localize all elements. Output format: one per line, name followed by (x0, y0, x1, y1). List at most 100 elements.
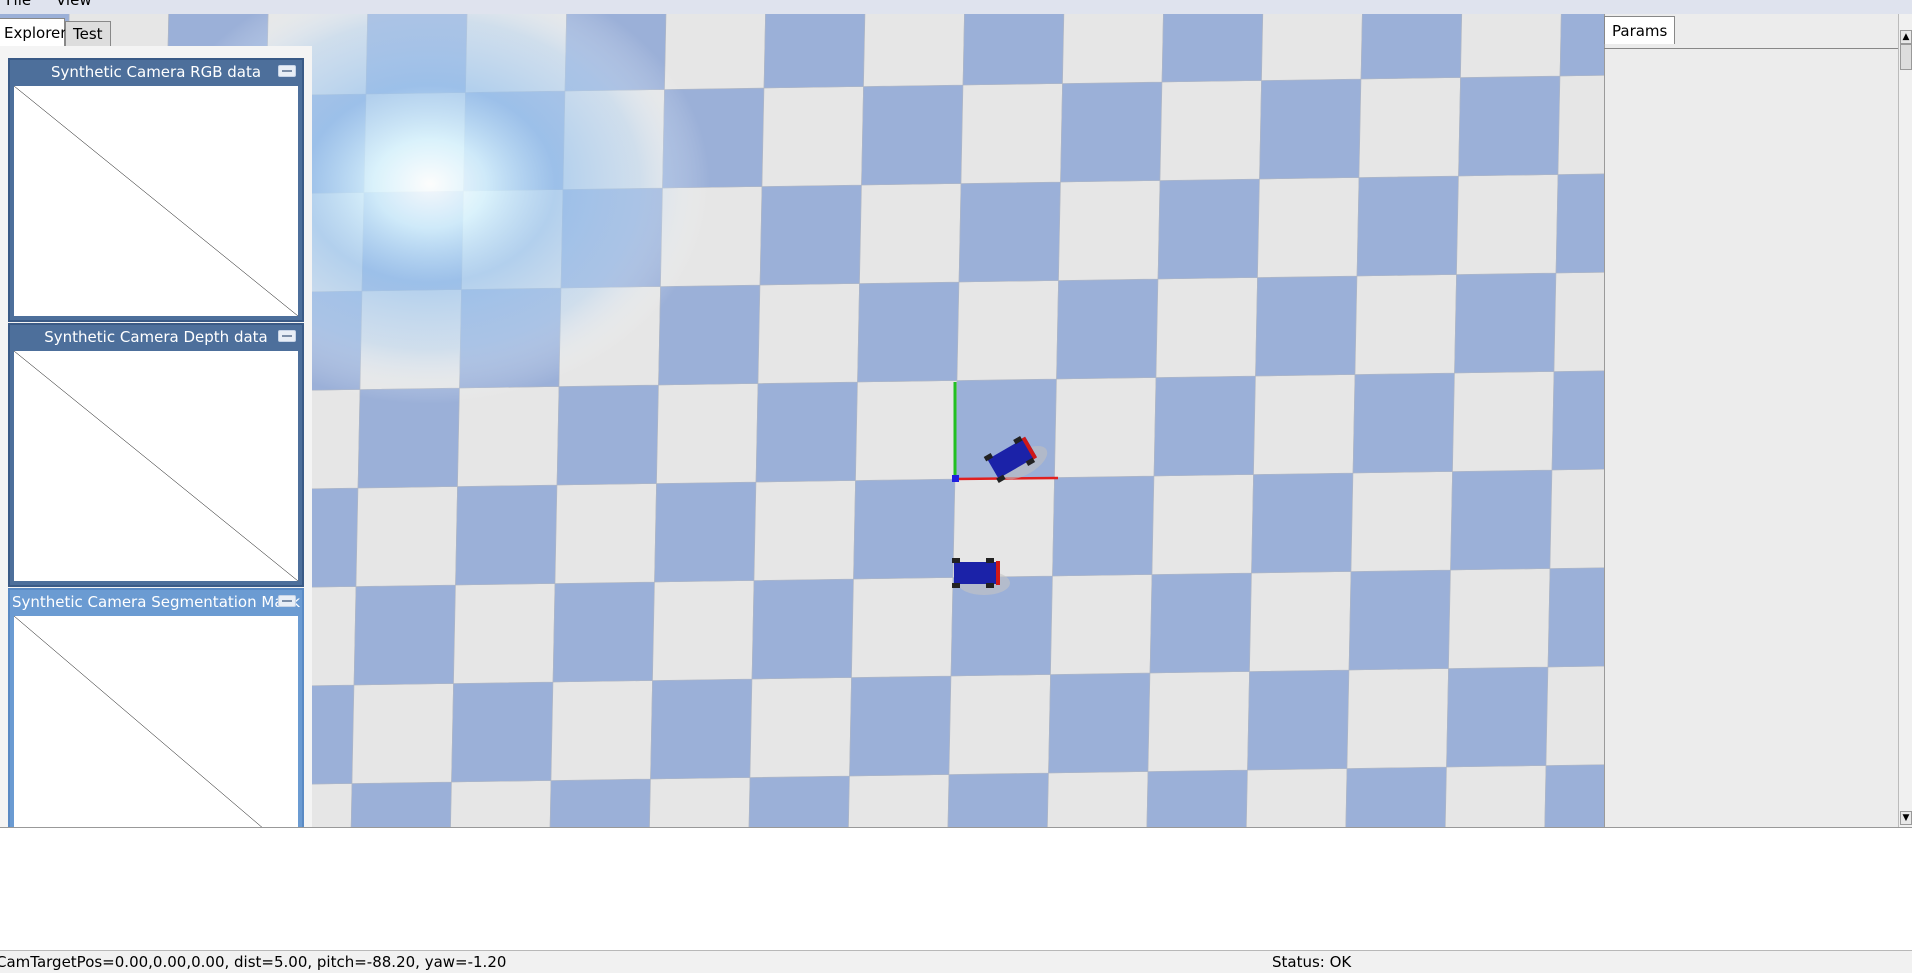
floor-tile (553, 582, 655, 682)
floor-tile (963, 14, 1065, 85)
floor-tile (1351, 472, 1453, 572)
floor-tile (549, 779, 651, 827)
floor-tile (1156, 278, 1258, 378)
floor-tile (551, 681, 653, 781)
floor-tile (1361, 14, 1463, 79)
camera-window-segmentation[interactable]: Synthetic Camera Segmentation Mask (8, 588, 304, 864)
floor-tile (649, 778, 751, 828)
floor-tile (854, 479, 956, 579)
floor-tile (458, 387, 560, 487)
floor-tile (848, 775, 950, 828)
params-scrollbar[interactable]: ▲ ▼ (1898, 14, 1912, 827)
floor-tile (1353, 373, 1455, 473)
floor-tile (655, 482, 757, 582)
floor-tile (354, 585, 456, 685)
scroll-down-icon[interactable]: ▼ (1900, 811, 1912, 825)
floor-tile (860, 184, 962, 284)
floor-tile (756, 382, 858, 482)
params-panel (1604, 14, 1901, 827)
rgb-image-placeholder (14, 86, 298, 316)
floor-tile (1355, 275, 1457, 375)
floor-tile (1461, 14, 1563, 78)
floor-tile (1457, 175, 1559, 275)
floor-tile (1248, 670, 1350, 770)
status-bar: CamTargetPos=0.00,0.00,0.00, dist=5.00, … (0, 950, 1912, 973)
floor-tile (665, 14, 767, 90)
depth-image-placeholder (14, 351, 298, 581)
floor-tile (1459, 76, 1561, 176)
scroll-up-icon[interactable]: ▲ (1900, 30, 1912, 44)
menu-view[interactable]: View (56, 0, 92, 9)
camera-window-depth[interactable]: Synthetic Camera Depth data (8, 323, 304, 587)
floor-tile (1453, 372, 1555, 472)
floor-tile (1254, 375, 1356, 475)
floor-tile (858, 282, 960, 382)
floor-tile (758, 284, 860, 384)
floor-tile (1347, 669, 1449, 769)
floor-tile (356, 487, 458, 587)
floor-tile (1053, 476, 1155, 576)
floor-tile (657, 384, 759, 484)
floor-tile (752, 579, 854, 679)
minimize-icon[interactable] (278, 595, 296, 607)
floor-tile (947, 773, 1049, 827)
tab-test[interactable]: Test (65, 21, 111, 46)
floor-tile (1256, 276, 1358, 376)
floor-tile (856, 381, 958, 481)
floor-tile (1148, 672, 1250, 772)
floor-tile (864, 14, 966, 87)
floor-tile (1047, 772, 1149, 828)
scroll-thumb[interactable] (1900, 44, 1912, 70)
floor-tile (1258, 178, 1360, 278)
camera-window-rgb[interactable]: Synthetic Camera RGB data (8, 58, 304, 322)
floor-tile (350, 782, 452, 827)
floor-tile (450, 781, 552, 828)
floor-tile (1357, 176, 1459, 276)
floor-tile (1349, 570, 1451, 670)
floor-tile (957, 281, 1059, 381)
floor-tile (1262, 14, 1364, 81)
floor-tile (1152, 475, 1254, 575)
axis-z-marker (952, 475, 959, 482)
floor-tile (862, 85, 964, 185)
floor-tile (1063, 14, 1165, 84)
floor-tile (352, 684, 454, 784)
menu-file[interactable]: File (6, 0, 31, 9)
floor-tile (1345, 767, 1447, 827)
floor-tile (659, 285, 761, 385)
floor-tile (852, 578, 954, 678)
params-tab-bar: Params (1604, 14, 1900, 49)
window-title: Synthetic Camera RGB data (10, 60, 302, 84)
minimize-icon[interactable] (278, 330, 296, 342)
floor-tile (1049, 673, 1151, 773)
floor-tile (949, 675, 1051, 775)
floor-tile (454, 584, 556, 684)
floor-tile (1359, 78, 1461, 178)
floor-tile (456, 485, 558, 585)
floor-tile (1445, 766, 1547, 828)
floor-tile (959, 182, 1061, 282)
floor-tile (1160, 81, 1262, 181)
minimize-icon[interactable] (278, 65, 296, 77)
floor-tile (651, 679, 753, 779)
floor-tile (1455, 273, 1557, 373)
floor-tile (452, 682, 554, 782)
tab-explorer[interactable]: Explorer (0, 18, 65, 46)
menu-bar: File View (0, 0, 1912, 14)
floor-tile (1061, 82, 1163, 182)
floor-tile (1158, 179, 1260, 279)
floor-tile (1449, 569, 1551, 669)
tab-params[interactable]: Params (1604, 16, 1675, 44)
floor-tile (653, 581, 755, 681)
floor-tile (748, 776, 850, 827)
floor-tile (555, 484, 657, 584)
floor-tile (762, 87, 864, 187)
floor-tile (1059, 181, 1161, 281)
floor-tile (1260, 79, 1362, 179)
floor-tile (1246, 769, 1348, 828)
floor-tile (1447, 667, 1549, 767)
floor-tile (750, 678, 852, 778)
floor-tile (1150, 573, 1252, 673)
floor-tile (1252, 473, 1354, 573)
floor-tile (557, 385, 659, 485)
